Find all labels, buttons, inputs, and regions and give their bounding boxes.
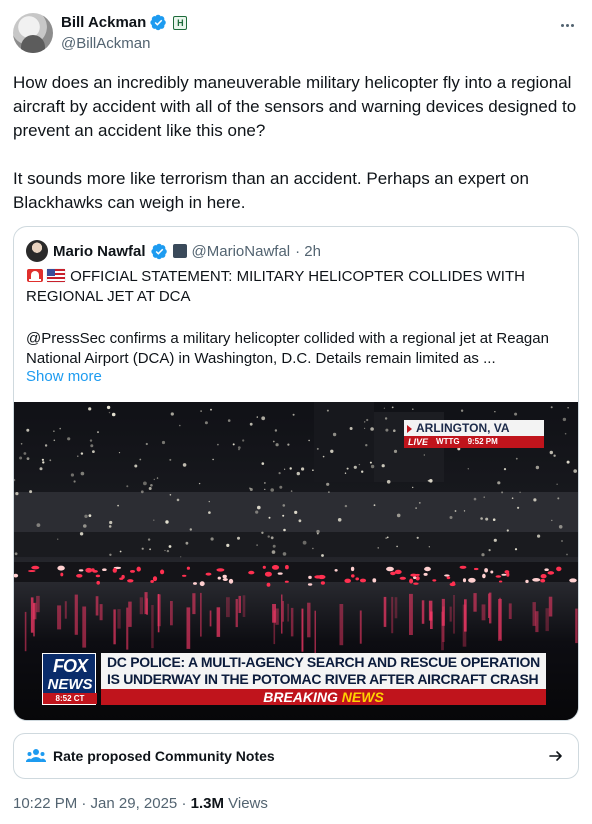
author-display-name[interactable]: Bill Ackman — [61, 14, 146, 31]
quoted-display-name: Mario Nawfal — [53, 242, 146, 260]
chyron-line-1: DC POLICE: A MULTI-AGENCY SEARCH AND RES… — [107, 654, 540, 670]
verified-badge-icon — [150, 243, 167, 259]
broadcast-clock: 8:52 CT — [43, 693, 97, 704]
tweet-header: Bill Ackman H @BillAckman — [13, 13, 579, 55]
author-name-row: Bill Ackman H — [61, 14, 188, 31]
quoted-handle: @MarioNawfal — [191, 242, 291, 260]
show-more-link[interactable]: Show more — [26, 368, 102, 385]
quoted-tweet-header: Mario Nawfal @MarioNawfal · 2h — [26, 240, 321, 262]
affiliate-badge-icon[interactable]: H — [173, 15, 188, 30]
verified-badge-icon — [150, 14, 167, 31]
more-options-icon[interactable] — [555, 15, 579, 35]
quoted-time: · 2h — [295, 242, 321, 260]
timestamp[interactable]: 10:22 PM · Jan 29, 2025 · — [13, 795, 191, 812]
chyron-line-2: IS UNDERWAY IN THE POTOMAC RIVER AFTER A… — [107, 671, 539, 687]
author-handle[interactable]: @BillAckman — [61, 35, 150, 52]
siren-and-us-flag-icon — [27, 268, 66, 283]
video-still[interactable]: ARLINGTON, VA LIVE WTTG 9:52 PM FOX NEWS… — [14, 402, 578, 720]
community-notes-label: Rate proposed Community Notes — [53, 748, 275, 764]
tweet-text: How does an incredibly maneuverable mili… — [13, 73, 577, 212]
avatar[interactable] — [13, 13, 53, 53]
news-chyron: DC POLICE: A MULTI-AGENCY SEARCH AND RES… — [101, 653, 546, 689]
views-count: 1.3M — [190, 795, 224, 812]
community-notes-prompt[interactable]: Rate proposed Community Notes — [13, 733, 579, 779]
live-bar: LIVE WTTG 9:52 PM — [404, 436, 544, 448]
quoted-headline: OFFICIAL STATEMENT: MILITARY HELICOPTER … — [26, 267, 566, 307]
quoted-avatar — [26, 240, 48, 262]
fox-news-logo: FOX NEWS 8:52 CT — [42, 653, 97, 705]
quoted-body: @PressSec confirms a military helicopter… — [26, 330, 549, 367]
breaking-news-bar: BREAKING NEWS — [101, 689, 546, 705]
station-label: WTTG — [436, 437, 460, 446]
location-label: ARLINGTON, VA — [404, 420, 544, 436]
views-label: Views — [223, 795, 268, 812]
quoted-tweet[interactable]: Mario Nawfal @MarioNawfal · 2h OFFICIAL … — [13, 226, 579, 721]
live-label: LIVE — [408, 437, 429, 447]
arrow-right-icon — [549, 751, 562, 761]
people-icon — [26, 749, 46, 762]
tweet-meta: 10:22 PM · Jan 29, 2025 · 1.3M Views — [13, 795, 268, 812]
affiliate-badge-icon — [172, 244, 187, 258]
station-time: 9:52 PM — [467, 437, 498, 446]
location-bug: ARLINGTON, VA LIVE WTTG 9:52 PM — [404, 420, 544, 448]
quoted-headline-text: OFFICIAL STATEMENT: MILITARY HELICOPTER … — [26, 268, 525, 305]
